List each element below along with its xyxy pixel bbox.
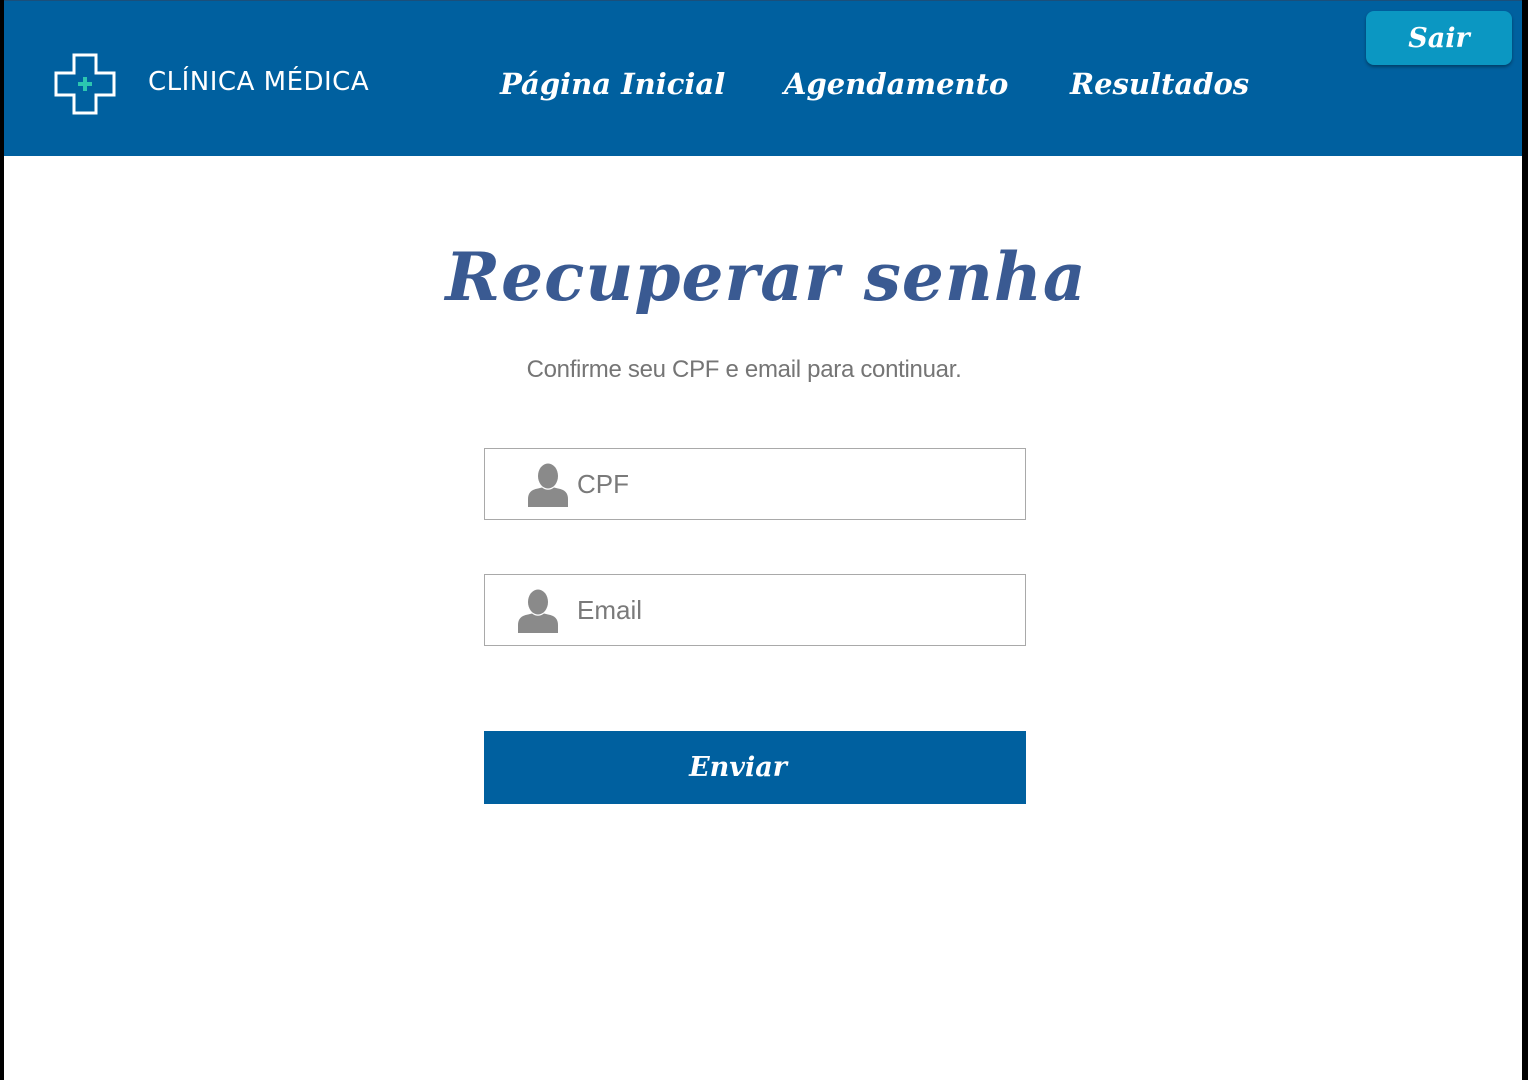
brand-name: CLÍNICA MÉDICA [148,67,370,97]
logout-button[interactable]: Sair [1366,11,1512,65]
nav-results[interactable]: Resultados [1070,67,1249,101]
email-field[interactable]: Email [484,574,1026,646]
page-subtitle: Confirme seu CPF e email para continuar. [526,356,962,383]
page-title: Recuperar senha [445,238,1087,316]
medical-cross-icon [54,53,116,115]
cpf-field[interactable]: CPF [484,448,1026,520]
nav-home[interactable]: Página Inicial [500,67,725,101]
page: CLÍNICA MÉDICA Página Inicial Agendament… [4,0,1522,1080]
cpf-placeholder: CPF [577,469,629,499]
top-navbar: CLÍNICA MÉDICA Página Inicial Agendament… [4,0,1522,156]
user-icon [528,463,568,507]
submit-button[interactable]: Enviar [484,731,1026,804]
nav-schedule[interactable]: Agendamento [784,67,1008,101]
email-placeholder: Email [577,595,643,625]
user-icon [518,589,558,633]
